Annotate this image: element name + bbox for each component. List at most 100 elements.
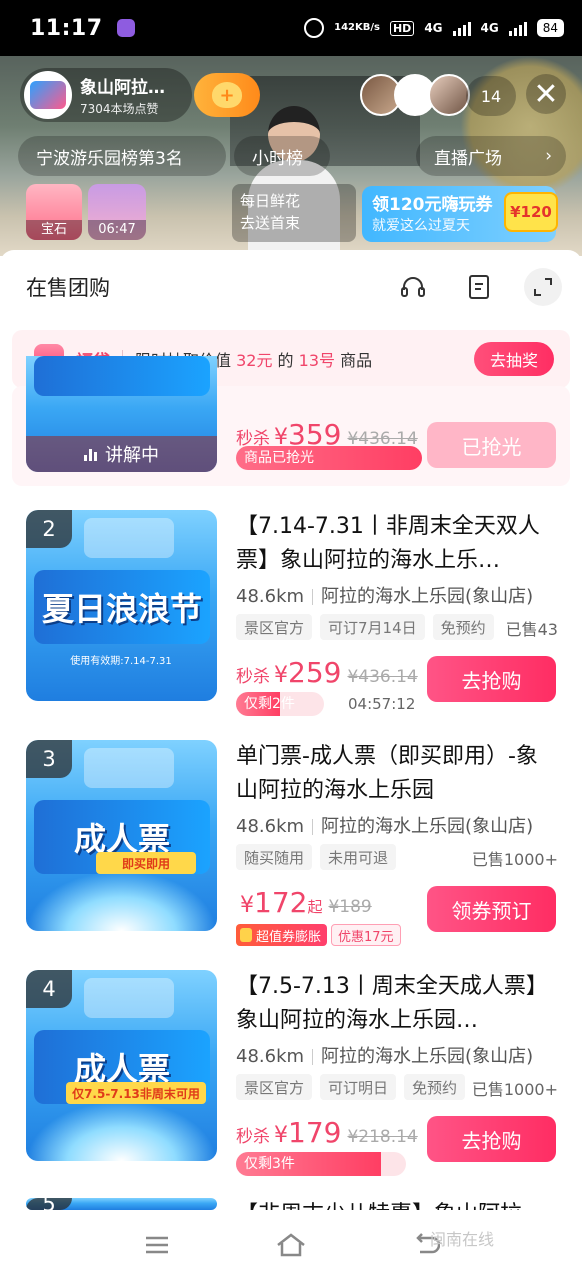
discount-badge: 优惠17元: [331, 924, 401, 946]
tag: 免预约: [404, 1074, 466, 1100]
alarm-icon: [304, 18, 325, 38]
tag: 景区官方: [236, 1074, 313, 1100]
item-title[interactable]: 【7.14-7.31丨非周末全天双人票】象山阿拉的海水上乐…: [236, 510, 558, 578]
park-logo: [84, 518, 174, 558]
item-thumbnail[interactable]: 讲解中: [26, 356, 217, 472]
item-meta: 48.6km 阿拉的海水上乐园(象山店): [236, 812, 533, 838]
stock-text: 仅剩3件: [244, 1156, 295, 1172]
park-logo: [84, 748, 174, 788]
coupon-tag[interactable]: ¥120: [504, 192, 558, 232]
headset-icon[interactable]: [396, 270, 430, 304]
flash-sale-label: 秒杀: [236, 667, 270, 687]
flower-card[interactable]: 每日鲜花 去送首束: [232, 184, 356, 242]
currency: ¥: [240, 893, 254, 918]
tag: 未用可退: [320, 844, 397, 870]
anchor-info[interactable]: 象山阿拉… 7304本场点赞: [20, 68, 192, 122]
sold-count: 已售1000+: [471, 1080, 558, 1099]
item-title[interactable]: 【7.5-7.13丨周末全天成人票】象山阿拉的海水上乐园…: [236, 970, 558, 1038]
rank-chip[interactable]: 宁波游乐园榜第3名: [18, 136, 226, 176]
sheet-title: 在售团购: [26, 276, 110, 300]
tag: 免预约: [432, 614, 494, 640]
item-title[interactable]: 【非周末少儿特惠】象山阿拉: [236, 1198, 558, 1210]
original-price: ¥189: [328, 897, 372, 917]
wave-graphic: [26, 871, 217, 931]
rank-number: 3: [26, 740, 72, 778]
list-item[interactable]: 讲解中 秒杀 ¥ 359 ¥436.14 商品已抢光 已抢光: [0, 356, 582, 486]
lucky-mid: 的: [272, 351, 299, 370]
viewer-count[interactable]: 14: [466, 76, 516, 116]
viewer-avatars[interactable]: [360, 74, 470, 116]
collapse-icon[interactable]: [524, 268, 562, 306]
buy-button[interactable]: 去抢购: [427, 1116, 556, 1162]
follow-button[interactable]: +: [194, 73, 260, 117]
coupon-boost-badge: 超值券膨胀: [236, 924, 328, 946]
stock-text: 商品已抢光: [244, 450, 314, 466]
distance: 48.6km: [236, 586, 305, 607]
item-thumbnail[interactable]: 5: [26, 1198, 217, 1210]
price-row: 秒杀 ¥ 179 ¥218.14: [236, 1116, 418, 1149]
lucky-count: 13号: [298, 351, 336, 370]
menu-icon[interactable]: [137, 1225, 177, 1265]
watermark: 闽南在线: [430, 1230, 495, 1249]
stock-text: 仅剩2件: [244, 696, 295, 712]
rank-number: 2: [26, 510, 72, 548]
list-item[interactable]: 5 【非周末少儿特惠】象山阿拉: [0, 1198, 582, 1210]
item-thumbnail[interactable]: 成人票 仅7.5-7.13非周末可用 4: [26, 970, 217, 1161]
buy-button[interactable]: 去抢购: [427, 656, 556, 702]
sold-count: 已售43: [505, 620, 558, 639]
close-icon[interactable]: ✕: [526, 74, 566, 114]
item-thumbnail[interactable]: 夏日浪浪节 使用有效期:7.14-7.31 2: [26, 510, 217, 701]
battery-icon: 84: [536, 19, 564, 37]
network-speed: 142 KB/s: [334, 23, 380, 33]
timed-gift-timer: 06:47: [88, 220, 146, 240]
hour-rank-chip[interactable]: 小时榜: [234, 136, 330, 176]
timed-gift[interactable]: 06:47: [88, 184, 146, 240]
price-suffix: 起: [307, 898, 323, 916]
system-nav-bar: [0, 1210, 582, 1280]
heart-plus-icon: +: [212, 82, 242, 108]
equalizer-icon: [84, 447, 97, 461]
status-time: 11:17: [30, 15, 103, 41]
flower-line2: 去送首束: [240, 214, 301, 232]
thumb-banner: [34, 356, 210, 396]
tag: 可订7月14日: [320, 614, 425, 640]
sold-count: 已售1000+: [471, 850, 558, 869]
gem-gift[interactable]: 宝石: [26, 184, 82, 240]
claim-coupon-button[interactable]: 领券预订: [427, 886, 556, 932]
anchor-avatar[interactable]: [24, 71, 72, 119]
gem-gift-label: 宝石: [26, 220, 82, 240]
item-title[interactable]: 单门票-成人票（即买即用）-象山阿拉的海水上乐园: [236, 740, 558, 808]
tag: 景区官方: [236, 614, 313, 640]
flash-sale-label: 秒杀: [236, 1127, 270, 1147]
tag: 随买随用: [236, 844, 313, 870]
home-icon[interactable]: [271, 1225, 311, 1265]
thumb-sub: 使用有效期:7.14-7.31: [70, 656, 172, 667]
distance: 48.6km: [236, 1046, 305, 1067]
price: 172: [254, 886, 308, 919]
price-row: 秒杀 ¥ 259 ¥436.14: [236, 656, 418, 689]
live-square-label: 直播广场: [434, 148, 502, 169]
venue: 阿拉的海水上乐园(象山店): [321, 1046, 534, 1067]
original-price: ¥218.14: [347, 1127, 418, 1147]
original-price: ¥436.14: [347, 667, 418, 687]
avatar: [428, 74, 470, 116]
park-logo: [84, 978, 174, 1018]
status-bar: 11:17 142 KB/s HD 4G 4G 84: [0, 0, 582, 56]
order-list-icon[interactable]: [462, 270, 496, 304]
signal-1-icon: [452, 20, 471, 36]
stock-bar: 商品已抢光: [236, 446, 422, 470]
lucky-post: 商品: [335, 351, 373, 370]
item-meta: 48.6km 阿拉的海水上乐园(象山店): [236, 1042, 533, 1068]
draw-button[interactable]: 去抽奖: [474, 342, 554, 376]
stock-bar: 仅剩2件: [236, 692, 324, 716]
hd-icon: HD: [389, 20, 415, 36]
distance: 48.6km: [236, 816, 305, 837]
item-meta: 48.6km 阿拉的海水上乐园(象山店): [236, 582, 533, 608]
flower-line1: 每日鲜花: [240, 192, 301, 210]
stock-bar: 仅剩3件: [236, 1152, 406, 1176]
rank-row: 宁波游乐园榜第3名 小时榜: [18, 136, 330, 176]
sold-out-button[interactable]: 已抢光: [427, 422, 556, 468]
currency: ¥: [274, 663, 288, 688]
item-thumbnail[interactable]: 成人票 即买即用 3: [26, 740, 217, 931]
live-square-chip[interactable]: 直播广场 ›: [416, 136, 566, 176]
